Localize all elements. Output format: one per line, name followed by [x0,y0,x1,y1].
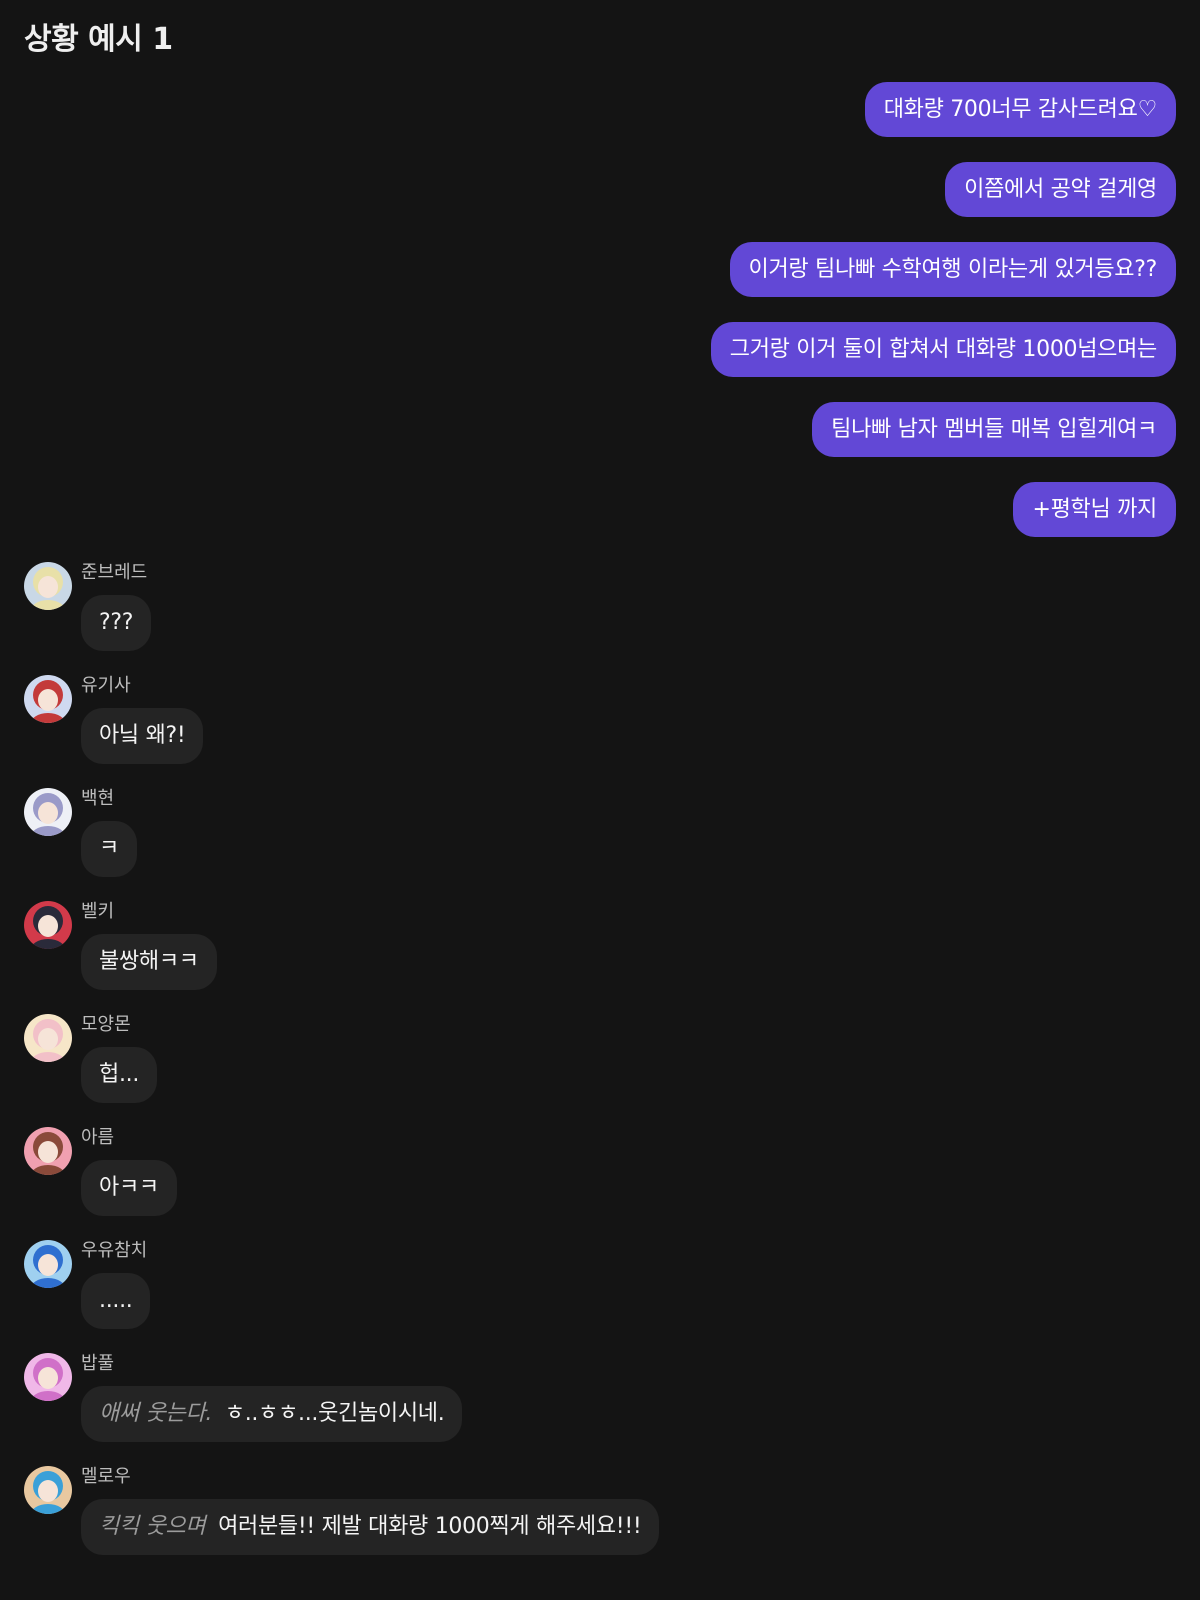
avatar[interactable] [24,1240,72,1288]
message-text: ㅎ..ㅎㅎ...웃긴놈이시네. [224,1401,445,1426]
avatar-image [24,788,72,836]
incoming-message-bubble: 아ㅋㅋ [81,1160,177,1216]
incoming-message-bubble: 킥킥 웃으며 여러분들!! 제발 대화량 1000찍게 해주세요!!! [81,1499,660,1555]
sender-name[interactable]: 멜로우 [81,1466,131,1488]
sender-name[interactable]: 벨키 [81,901,114,923]
incoming-message-row: 준브레드 ??? [24,560,1124,673]
incoming-message-row: 우유참치 ..... [24,1238,1124,1351]
avatar[interactable] [24,562,72,610]
incoming-message-bubble: 애써 웃는다. ㅎ..ㅎㅎ...웃긴놈이시네. [81,1386,463,1442]
message-text: ??? [99,610,134,635]
avatar[interactable] [24,901,72,949]
message-text: ㅋ [99,836,119,861]
incoming-message-bubble: ㅋ [81,821,137,877]
avatar-image [24,901,72,949]
incoming-message-bubble: ??? [81,595,152,651]
message-text: 불쌍해ㅋㅋ [99,949,199,974]
incoming-message-bubble: 아닠 왜?! [81,708,204,764]
incoming-message-row: 아름 아ㅋㅋ [24,1125,1124,1238]
avatar[interactable] [24,675,72,723]
outgoing-message-bubble: 대화량 700너무 감사드려요♡ [864,82,1176,137]
avatar[interactable] [24,1014,72,1062]
sender-name[interactable]: 백현 [81,788,114,810]
outgoing-message-bubble: 그거랑 이거 둘이 합쳐서 대화량 1000넘으며는 [710,322,1176,377]
sender-name[interactable]: 아름 [81,1127,114,1149]
page-title: 상황 예시 1 [24,22,173,57]
message-text: 여러분들!! 제발 대화량 1000찍게 해주세요!!! [218,1514,642,1539]
avatar[interactable] [24,1466,72,1514]
sender-name[interactable]: 유기사 [81,675,131,697]
outgoing-message-bubble: 이거랑 팀나빠 수학여행 이라는게 있거등요?? [729,242,1176,297]
incoming-message-row: 유기사 아닠 왜?! [24,673,1124,786]
sender-name[interactable]: 준브레드 [81,562,147,584]
message-text: 헙... [99,1062,140,1087]
incoming-message-row: 백현 ㅋ [24,786,1124,899]
sender-name[interactable]: 밥풀 [81,1353,114,1375]
message-text: ..... [99,1288,133,1313]
avatar-image [24,1240,72,1288]
avatar-image [24,1014,72,1062]
incoming-message-bubble: 불쌍해ㅋㅋ [81,934,217,990]
avatar-image [24,1353,72,1401]
message-text: 아닠 왜?! [99,723,186,748]
avatar[interactable] [24,1353,72,1401]
incoming-message-row: 멜로우 킥킥 웃으며 여러분들!! 제발 대화량 1000찍게 해주세요!!! [24,1464,1124,1577]
outgoing-message-bubble: +평학님 까지 [1013,482,1176,537]
incoming-message-bubble: 헙... [81,1047,158,1103]
incoming-message-list: 준브레드 ??? 유기사 아닠 왜?! 백현 ㅋ 벨키 불쌍해ㅋㅋ 모양몬 헙.… [24,560,1124,1577]
action-text: 애써 웃는다. [99,1401,213,1426]
sender-name[interactable]: 우유참치 [81,1240,147,1262]
incoming-message-row: 밥풀 애써 웃는다. ㅎ..ㅎㅎ...웃긴놈이시네. [24,1351,1124,1464]
outgoing-message-bubble: 이쯤에서 공약 걸게영 [945,162,1176,217]
incoming-message-bubble: ..... [81,1273,151,1329]
incoming-message-row: 모양몬 헙... [24,1012,1124,1125]
outgoing-message-list: 대화량 700너무 감사드려요♡ 이쯤에서 공약 걸게영 이거랑 팀나빠 수학여… [276,82,1176,537]
incoming-message-row: 벨키 불쌍해ㅋㅋ [24,899,1124,1012]
avatar-image [24,562,72,610]
avatar[interactable] [24,1127,72,1175]
sender-name[interactable]: 모양몬 [81,1014,131,1036]
outgoing-message-bubble: 팀나빠 남자 멤버들 매복 입힐게여ㅋ [812,402,1176,457]
avatar[interactable] [24,788,72,836]
action-text: 킥킥 웃으며 [99,1514,206,1539]
avatar-image [24,675,72,723]
avatar-image [24,1127,72,1175]
avatar-image [24,1466,72,1514]
message-text: 아ㅋㅋ [99,1175,159,1200]
